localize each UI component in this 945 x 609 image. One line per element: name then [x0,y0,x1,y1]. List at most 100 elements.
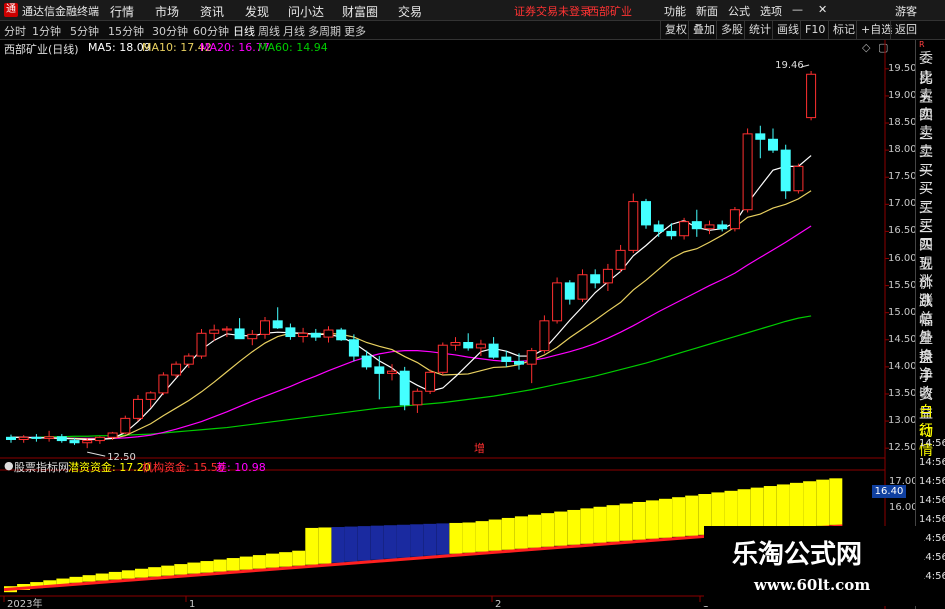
indicator-bar [82,575,96,582]
price-tick-label: 17.50 [888,171,917,183]
tab-daily[interactable]: 日线 [233,23,255,39]
menu-item-quotes[interactable]: 行情 [110,3,134,20]
close-icon[interactable]: ✕ [818,3,827,16]
price-tick-label: 19.50 [888,62,917,74]
candle-body [577,274,588,300]
menu-new-page[interactable]: 新面 [696,3,718,19]
candle-body [806,73,817,119]
tab-30min[interactable]: 30分钟 [152,23,188,39]
candle-body [539,320,550,352]
low-annotation-arrow [87,451,106,457]
indicator-bar [161,565,175,576]
candle-body [641,201,651,226]
indicator-header: ● 股票指标网 潜资资金: 17.20 机构资金: 15.50 差: 10.98 [0,459,880,474]
candle-body [209,329,220,334]
tab-15min[interactable]: 15分钟 [108,23,144,39]
candle-body [247,333,258,340]
candle-body [133,398,143,419]
candle-body [387,370,397,374]
indicator-bar [266,553,279,568]
candle-body [552,282,563,322]
tick-time: 14:56 [919,514,945,525]
candle-body [234,328,245,340]
tick-time: 14:56 [919,438,945,449]
kline-chart[interactable]: 19.4612.50增17.0016.002023年123 [0,40,915,609]
menu-options[interactable]: 选项 [760,3,782,19]
minimize-icon[interactable]: — [792,3,803,16]
f10-button[interactable]: F10 [800,21,829,39]
tab-1min[interactable]: 1分钟 [32,23,61,39]
indicator-bar [187,562,201,574]
tick-time: 14:56 [919,495,945,506]
ma60-line [11,315,812,438]
statistics-button[interactable]: 统计 [744,21,775,39]
price-tick-label: 18.50 [888,117,917,129]
menu-formula[interactable]: 公式 [728,3,750,19]
candle-body [56,436,67,442]
indicator-bar [331,527,345,563]
time-tick-label: 2023年 [7,597,42,609]
candle-body [780,149,791,192]
indicator-dot-icon: ● [4,459,14,472]
price-tick-label: 16.00 [888,252,917,264]
indicator-bar [121,570,135,579]
candle-body [336,329,347,341]
indicator-bar [174,564,188,575]
indicator-bar [475,521,489,552]
tab-monthly[interactable]: 月线 [283,23,305,39]
indicator-bar [383,525,397,559]
menu-function[interactable]: 功能 [664,3,686,19]
mark-button[interactable]: 标记 [828,21,859,39]
watermark-url: www.60lt.com [754,576,871,594]
overlay-button[interactable]: 叠加 [688,21,719,39]
candle-body [82,440,93,444]
indicator-bar [829,478,843,525]
menu-item-market[interactable]: 市场 [155,3,179,20]
draw-line-button[interactable]: 画线 [772,21,803,39]
back-button[interactable]: 返回 [890,21,921,39]
indicator-bar [226,558,240,571]
indicator-bar [541,513,555,547]
menu-item-wealth[interactable]: 财富圈 [342,3,378,20]
tab-multi-period[interactable]: 多周期 [308,23,341,39]
indicator-bar [279,552,293,567]
indicator-bar [462,522,476,553]
tab-60min[interactable]: 60分钟 [193,23,229,39]
menu-item-news[interactable]: 资讯 [200,3,224,20]
adjust-button[interactable]: 复权 [660,21,691,39]
candle-body [437,344,448,373]
indicator-bar [370,525,384,560]
ma5-line [11,155,812,441]
indicator-bar [108,571,122,580]
indicator-bar [763,486,777,530]
candle-body [374,366,385,374]
menu-item-discover[interactable]: 发现 [245,3,269,20]
candle-body [679,221,690,237]
candle-body [171,363,182,376]
candle-body [793,165,804,192]
quote-side-panel: R 委比 卖五 卖四 卖三 卖二 卖一 买一 买二 买三 买四 买五 现价 涨跌 涨幅 总量 外盘 换手 净资 收益… [915,40,945,609]
login-notice[interactable]: 证券交易未登录 [514,3,591,19]
tab-more[interactable]: 更多 [344,23,366,39]
tab-timeshare[interactable]: 分时 [4,23,26,39]
indicator-name: 股票指标网 [14,461,69,474]
candle-body [768,138,778,151]
candle-body [425,371,436,392]
candle-body [729,209,740,230]
indicator-bar [554,511,568,546]
candle-body [348,339,359,357]
price-tick-label: 14.50 [888,333,917,345]
tab-5min[interactable]: 5分钟 [70,23,99,39]
candle-body [183,355,194,365]
multi-stock-button[interactable]: 多股 [716,21,747,39]
candle-body [717,224,728,230]
tab-weekly[interactable]: 周线 [258,23,280,39]
indicator-bar [357,526,371,561]
indicator-a: 潜资资金: 17.20 [68,461,151,474]
menu-item-ask[interactable]: 问小达 [288,3,324,20]
candle-body [260,320,270,335]
indicator-bar [685,495,699,536]
guest-label[interactable]: 游客 [895,3,917,19]
menu-item-trade[interactable]: 交易 [398,3,422,20]
candle-body [272,320,283,329]
